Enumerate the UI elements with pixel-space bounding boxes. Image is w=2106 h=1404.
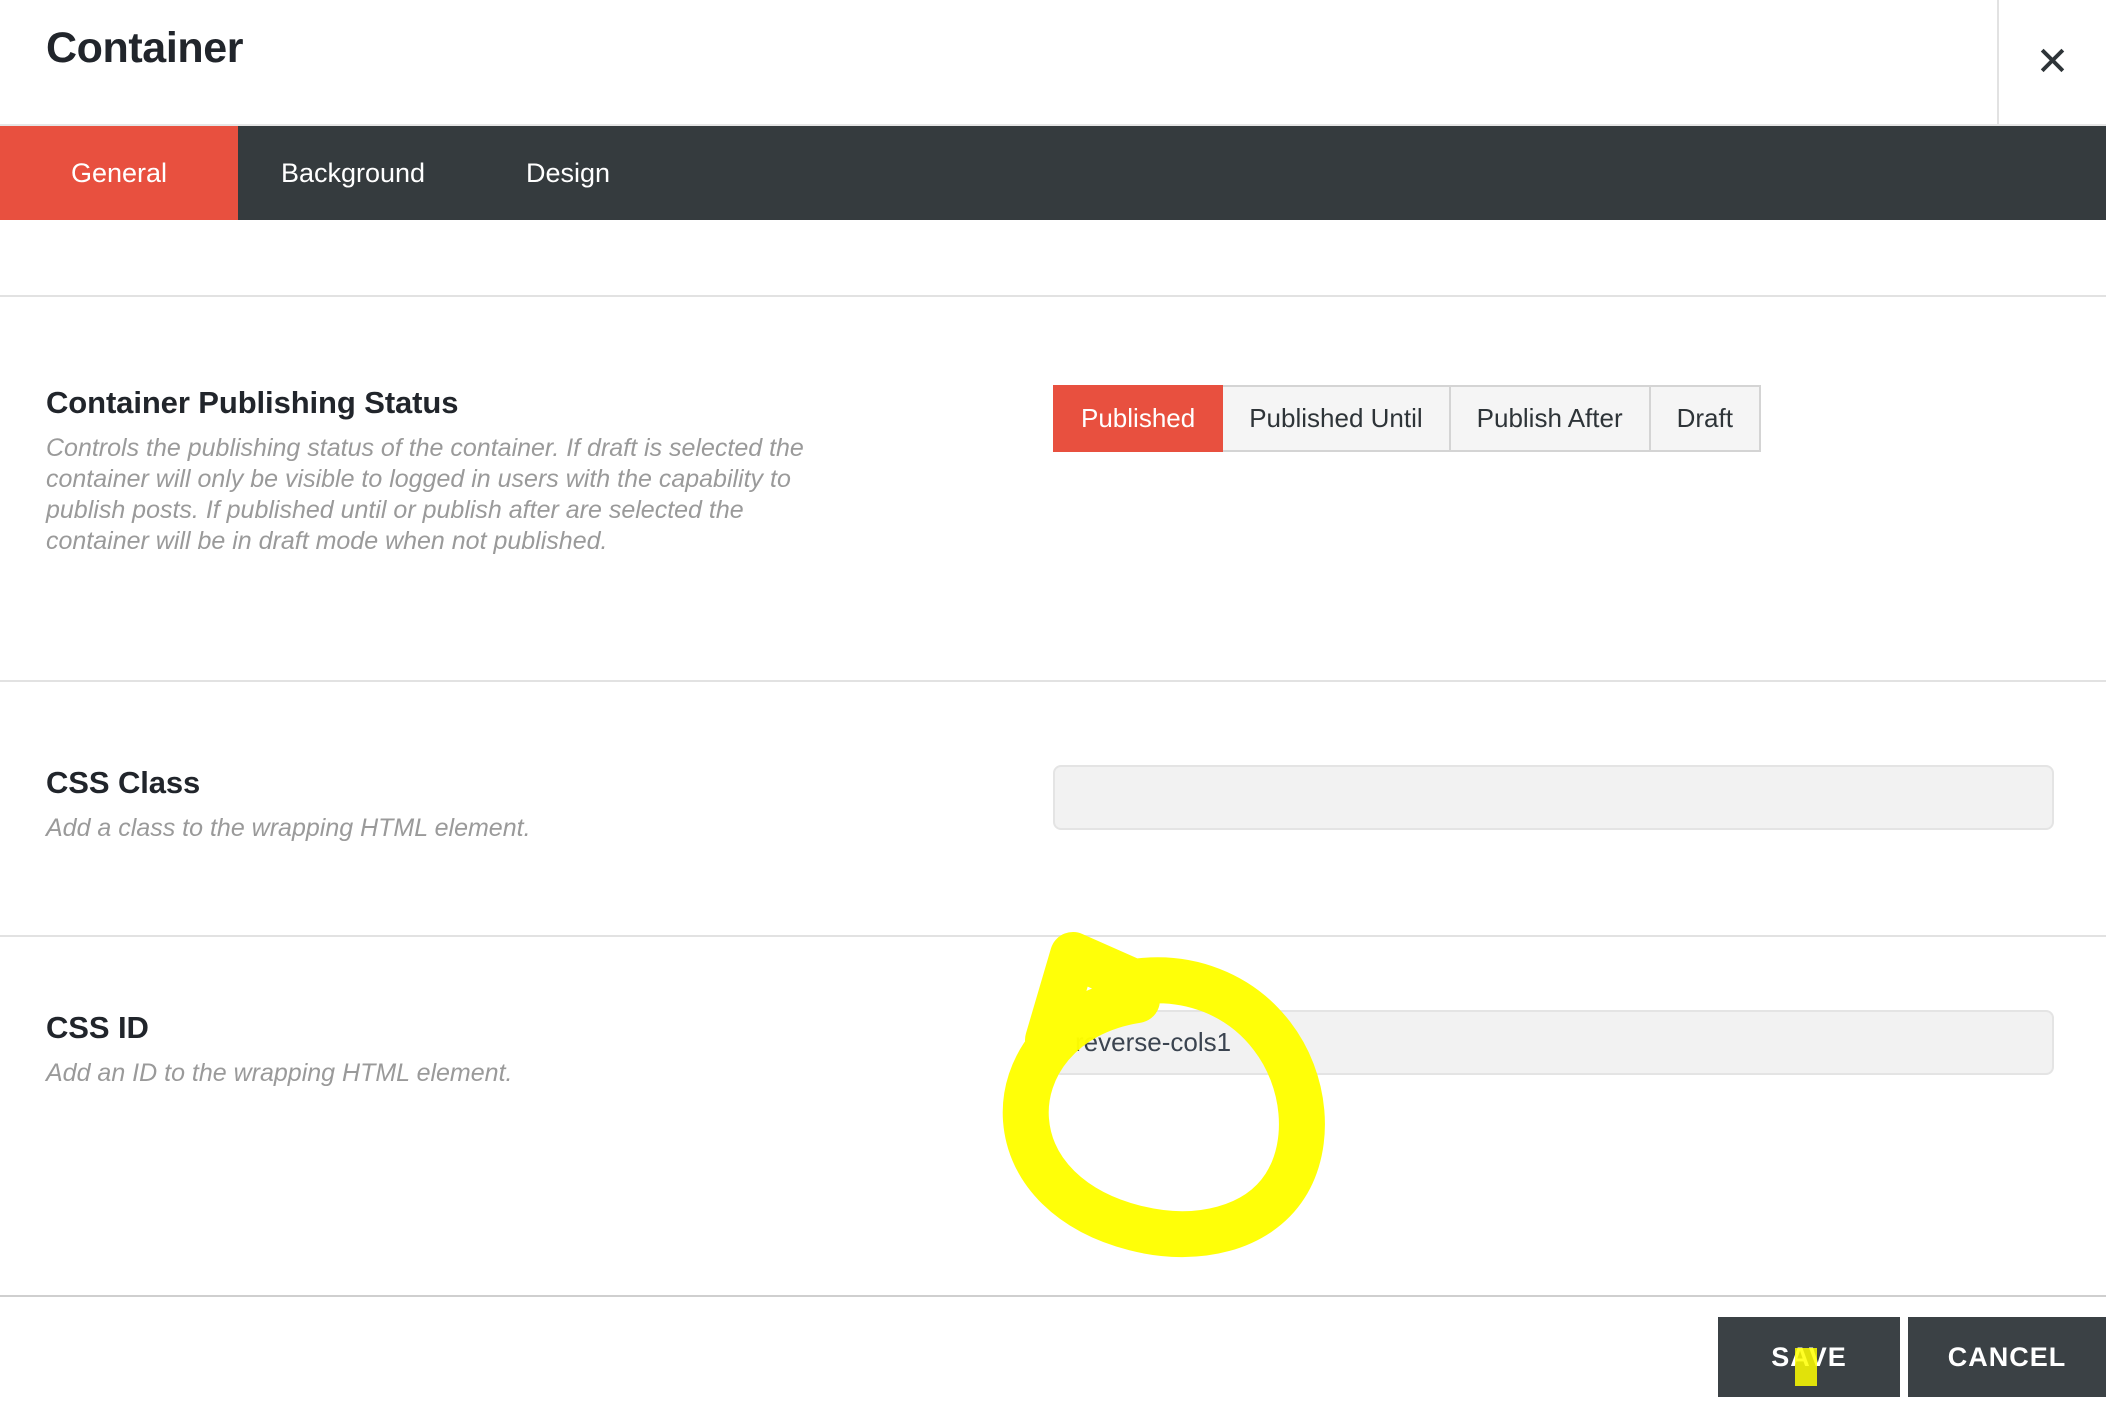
option-draft-label: Draft xyxy=(1676,403,1733,433)
publishing-status-control-col: Published Published Until Publish After … xyxy=(1053,385,2106,558)
publishing-status-button-group: Published Published Until Publish After … xyxy=(1053,385,1761,452)
close-icon: ✕ xyxy=(2035,39,2070,85)
option-published-label: Published xyxy=(1081,403,1196,433)
option-draft[interactable]: Draft xyxy=(1650,385,1761,452)
container-settings-modal: Container ✕ General Background Design Co… xyxy=(0,0,2106,1404)
cancel-button-label: CANCEL xyxy=(1947,1341,2067,1372)
cancel-button[interactable]: CANCEL xyxy=(1908,1317,2106,1397)
tab-background-label: Background xyxy=(280,157,426,188)
modal-header: Container ✕ xyxy=(0,0,2106,124)
save-button-label: SAVE xyxy=(1771,1342,1847,1373)
tab-design[interactable]: Design xyxy=(468,126,668,220)
option-published-until-label: Published Until xyxy=(1249,403,1423,433)
css-id-control-col xyxy=(1053,1010,2106,1089)
body-top-divider xyxy=(0,295,2106,297)
publishing-status-description: Controls the publishing status of the co… xyxy=(46,433,804,556)
save-label-pre: S xyxy=(1771,1341,1791,1372)
modal-footer: SAVE CANCEL xyxy=(0,1295,2106,1404)
section-css-id: CSS ID Add an ID to the wrapping HTML el… xyxy=(0,1010,2106,1089)
option-published-until[interactable]: Published Until xyxy=(1223,385,1451,452)
tab-general-label: General xyxy=(70,157,168,188)
save-label-highlighted-char: A xyxy=(1790,1341,1809,1372)
divider-after-css-class xyxy=(0,935,2106,937)
css-class-label-col: CSS Class Add a class to the wrapping HT… xyxy=(0,765,1053,844)
section-css-class: CSS Class Add a class to the wrapping HT… xyxy=(0,765,2106,844)
css-class-description: Add a class to the wrapping HTML element… xyxy=(46,813,531,842)
publishing-status-label: Container Publishing Status xyxy=(46,385,459,420)
css-class-control-col xyxy=(1053,765,2106,844)
close-button[interactable]: ✕ xyxy=(1999,0,2106,124)
option-publish-after-label: Publish After xyxy=(1476,403,1623,433)
css-id-description: Add an ID to the wrapping HTML element. xyxy=(46,1058,513,1087)
tab-background[interactable]: Background xyxy=(238,126,468,220)
css-class-label: CSS Class xyxy=(46,765,201,800)
tab-bar: General Background Design xyxy=(0,124,2106,220)
section-publishing-status: Container Publishing Status Controls the… xyxy=(0,385,2106,558)
css-class-input[interactable] xyxy=(1053,765,2054,830)
css-id-label-col: CSS ID Add an ID to the wrapping HTML el… xyxy=(0,1010,1053,1089)
page-title: Container xyxy=(46,24,244,72)
option-published[interactable]: Published xyxy=(1053,385,1224,452)
save-button[interactable]: SAVE xyxy=(1718,1317,1900,1397)
tab-general[interactable]: General xyxy=(0,126,238,220)
css-id-input[interactable] xyxy=(1053,1010,2054,1075)
modal-body: Container Publishing Status Controls the… xyxy=(0,220,2106,1295)
publishing-status-label-col: Container Publishing Status Controls the… xyxy=(0,385,1053,558)
save-label-post: VE xyxy=(1808,1341,1847,1372)
css-id-label: CSS ID xyxy=(46,1010,149,1045)
divider-after-publishing-status xyxy=(0,680,2106,682)
option-publish-after[interactable]: Publish After xyxy=(1450,385,1651,452)
tab-design-label: Design xyxy=(525,157,611,188)
